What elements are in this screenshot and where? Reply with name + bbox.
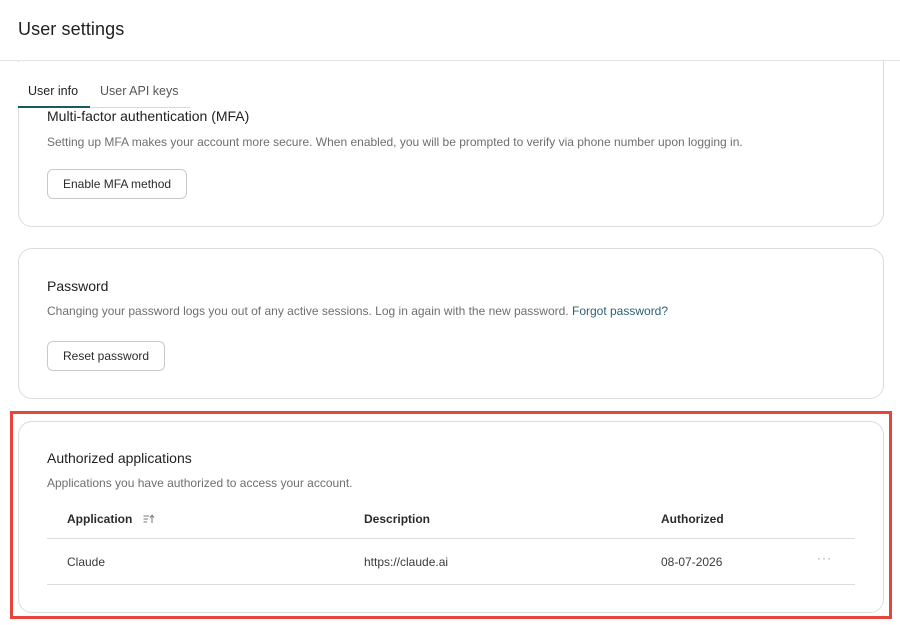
- password-card: Password Changing your password logs you…: [18, 248, 884, 399]
- authorized-apps-title: Authorized applications: [47, 450, 192, 466]
- enable-mfa-button[interactable]: Enable MFA method: [47, 169, 188, 199]
- authorized-apps-card: Authorized applications Applications you…: [18, 421, 884, 613]
- forgot-password-link[interactable]: Forgot password?: [572, 304, 668, 318]
- table-divider: [47, 538, 855, 539]
- password-description-text: Changing your password logs you out of a…: [47, 304, 569, 318]
- reset-password-button[interactable]: Reset password: [47, 341, 166, 371]
- authorized-apps-description: Applications you have authorized to acce…: [47, 476, 353, 490]
- column-header-authorized: Authorized: [661, 512, 724, 526]
- mfa-title: Multi-factor authentication (MFA): [47, 108, 250, 124]
- user-settings-page: User settings User info User API keys Mu…: [0, 0, 900, 625]
- cell-application: Claude: [67, 555, 106, 569]
- mfa-description: Setting up MFA makes your account more s…: [47, 135, 743, 149]
- tab-user-api-keys[interactable]: User API keys: [100, 84, 179, 98]
- password-title: Password: [47, 278, 109, 294]
- settings-tabs: User info User API keys: [18, 62, 190, 108]
- table-divider: [47, 584, 855, 585]
- password-description: Changing your password logs you out of a…: [47, 304, 668, 318]
- more-horizontal-icon[interactable]: ···: [817, 551, 832, 565]
- sort-ascending-icon[interactable]: [143, 513, 155, 527]
- column-header-application[interactable]: Application: [67, 512, 155, 527]
- tab-user-info[interactable]: User info: [28, 84, 78, 98]
- cell-description: https://claude.ai: [364, 555, 449, 569]
- column-header-description: Description: [364, 512, 431, 526]
- page-header: User settings: [0, 0, 900, 61]
- active-tab-indicator: [18, 106, 90, 108]
- column-header-application-label: Application: [67, 512, 133, 526]
- cell-authorized-date: 08-07-2026: [661, 555, 723, 569]
- page-title: User settings: [18, 19, 125, 39]
